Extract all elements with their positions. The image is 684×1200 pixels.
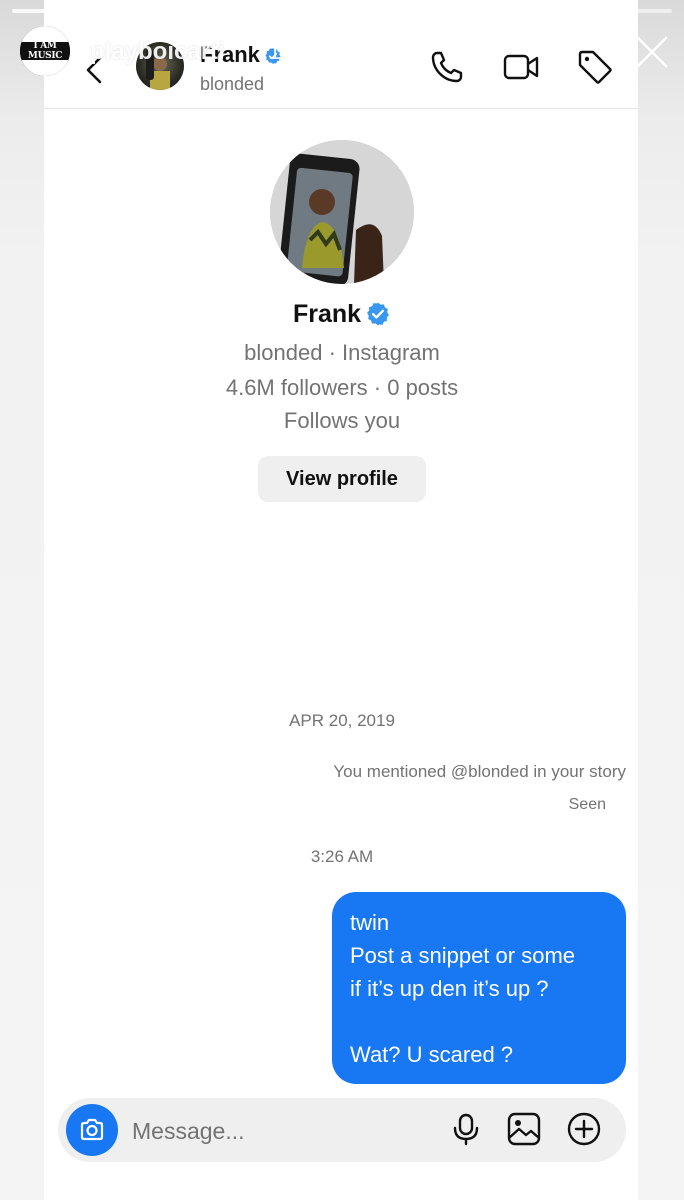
profile-stats: 4.6M followers · 0 posts [225,375,459,400]
camera-button[interactable] [66,1104,118,1156]
profile-photo[interactable] [270,140,414,284]
profile-name: Frank [0,300,684,329]
progress-segment [581,9,673,13]
plus-circle-icon[interactable] [566,1111,602,1147]
view-profile-button[interactable]: View profile [258,456,426,502]
message-line: if it’s up den it’s up ? [350,976,549,1001]
profile-relation: Follows you [283,408,401,433]
tag-icon[interactable] [576,48,614,86]
profile-name-text: Frank [292,300,362,328]
story-progress [12,9,673,13]
message-line [350,1005,608,1038]
message-line: Post a snippet or some [350,943,576,968]
seen-status: Seen [568,796,606,813]
progress-segment [486,9,578,13]
story-time: 10m [268,38,315,65]
story-author-avatar[interactable]: I AM MUSIC [20,26,70,76]
chat-subtitle: blonded [200,74,265,94]
profile-photo-image [270,140,414,284]
verified-icon [367,302,389,326]
story-username[interactable]: playboicarti [90,38,225,66]
message-line: twin [350,910,390,935]
progress-segment [201,9,293,13]
gallery-icon[interactable] [506,1111,542,1147]
progress-segment [106,9,198,13]
header-divider [44,108,638,109]
camera-icon [80,1118,104,1141]
phone-icon[interactable] [428,48,466,86]
message-line: Wat? U scared ? [350,1042,514,1067]
profile-subtitle: blonded · Instagram [244,340,440,365]
message-bubble[interactable]: twin Post a snippet or some if it’s up d… [332,892,626,1084]
microphone-icon[interactable] [448,1111,484,1147]
progress-segment [12,9,103,13]
progress-segment [391,9,483,13]
story-logo-text: I AM MUSIC [20,41,70,61]
story-mention-notice[interactable]: You mentioned @blonded in your story [333,762,626,782]
time-separator: 3:26 AM [310,847,374,866]
progress-segment [296,9,388,13]
message-input[interactable] [130,1110,434,1152]
video-icon[interactable] [502,48,540,86]
date-separator: APR 20, 2019 [289,711,395,730]
close-icon[interactable] [634,34,670,70]
